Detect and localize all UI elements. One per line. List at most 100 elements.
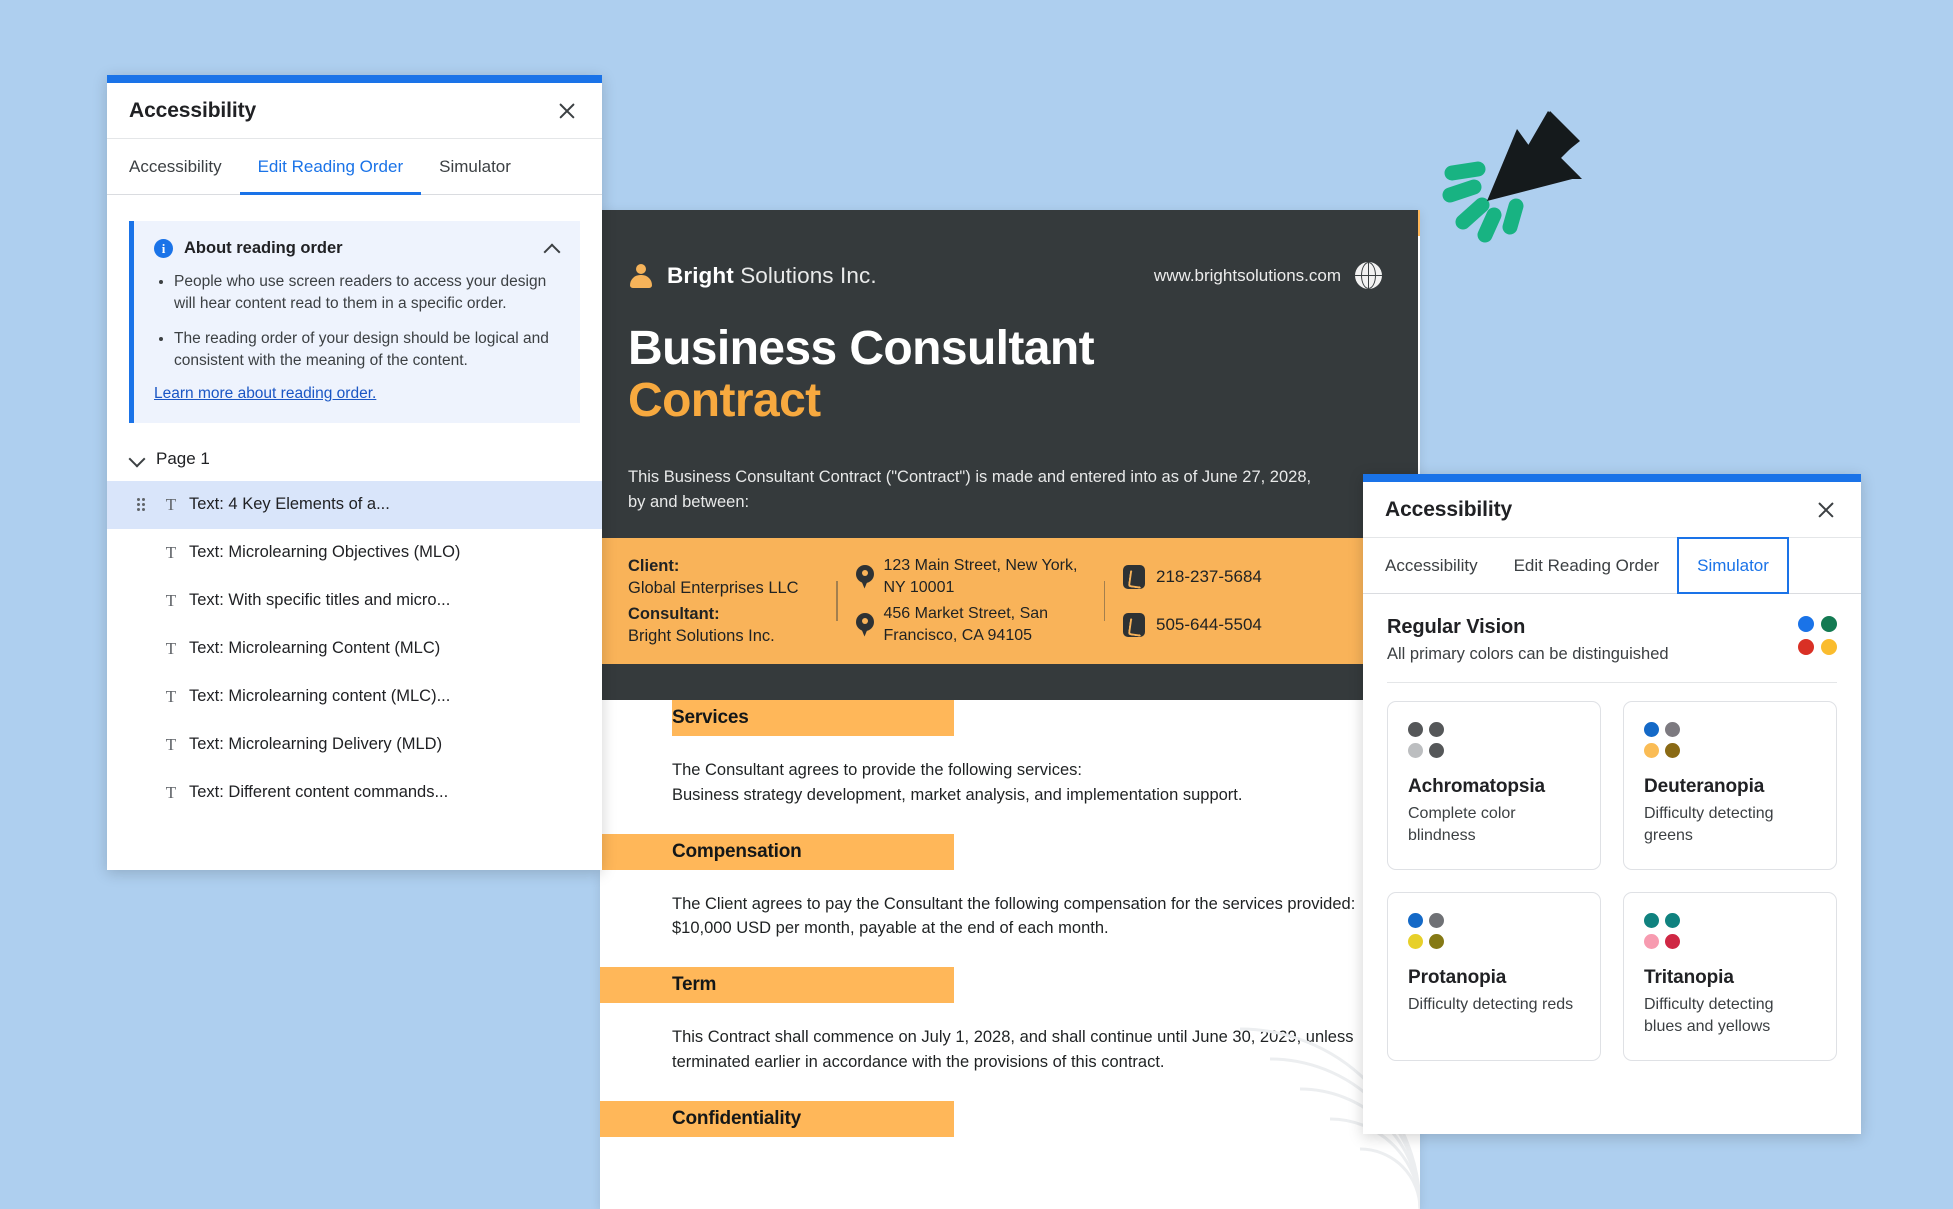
color-swatch — [1644, 722, 1659, 737]
learn-more-link[interactable]: Learn more about reading order. — [154, 385, 560, 403]
mode-name: Protanopia — [1408, 967, 1507, 989]
reading-order-item[interactable]: T Text: 4 Key Elements of a... — [107, 480, 602, 529]
contact-label: Client: — [628, 556, 680, 575]
phone-row: 505-644-5504 — [1123, 601, 1262, 649]
color-swatch — [1429, 913, 1444, 929]
color-swatch — [1665, 934, 1680, 950]
mode-description: Complete color blindness — [1408, 805, 1516, 845]
current-vision-name: Regular Vision — [1387, 616, 1526, 638]
divider — [1387, 682, 1837, 683]
color-swatch — [1798, 639, 1814, 655]
section-heading-bar: Term — [600, 967, 954, 1003]
accessibility-reading-order-panel: Accessibility Accessibility Edit Reading… — [107, 75, 602, 870]
text-layer-icon: T — [165, 590, 177, 610]
reading-order-item-label: Text: Microlearning content (MLC)... — [189, 687, 451, 706]
color-swatch — [1429, 743, 1444, 758]
tab-accessibility[interactable]: Accessibility — [1367, 538, 1496, 593]
drag-handle-icon[interactable] — [129, 498, 153, 512]
mode-name: Tritanopia — [1644, 967, 1734, 989]
contact-phones: 218-237-5684 505-644-5504 — [1123, 553, 1262, 649]
chevron-up-icon[interactable] — [544, 241, 560, 257]
brand-name-rest: Solutions Inc. — [733, 262, 877, 288]
brand-name: Bright Solutions Inc. — [667, 263, 877, 289]
divider — [1103, 581, 1105, 621]
mode-swatches — [1644, 722, 1816, 758]
contact-party: Client: Global Enterprises LLC — [628, 553, 818, 601]
chevron-down-icon[interactable] — [129, 451, 144, 466]
panel-accent-bar — [107, 75, 602, 83]
contact-label: Consultant: — [628, 604, 720, 623]
color-swatch — [1821, 616, 1837, 632]
tab-simulator[interactable]: Simulator — [421, 139, 529, 194]
callout-header: i About reading order — [154, 239, 560, 258]
current-vision-mode: Regular Vision All primary colors can be… — [1363, 594, 1861, 664]
document-title-line2: Contract — [628, 373, 821, 427]
panel-title: Accessibility — [1385, 497, 1513, 521]
document-title-line1: Business Consultant — [628, 322, 1095, 375]
color-swatch — [1429, 722, 1444, 737]
hero-bottom-strip — [600, 664, 1418, 700]
reading-order-item[interactable]: T Text: With specific titles and micro..… — [107, 577, 602, 625]
mode-name: Achromatopsia — [1408, 776, 1546, 797]
close-icon[interactable] — [1813, 497, 1839, 523]
address-text: 123 Main Street, New York, NY 10001 — [883, 557, 1078, 596]
website-row: www.brightsolutions.com — [1154, 262, 1382, 289]
address-text: 456 Market Street, San Francisco, CA 941… — [883, 605, 1049, 644]
color-swatch — [1644, 913, 1659, 929]
mode-description: Difficulty detecting reds — [1408, 996, 1574, 1014]
tab-simulator[interactable]: Simulator — [1677, 537, 1789, 594]
vision-mode-card-protanopia[interactable]: Protanopia Difficulty detecting reds — [1387, 892, 1601, 1062]
contact-value: Bright Solutions Inc. — [628, 627, 775, 645]
document-brand-row: Bright Solutions Inc. www.brightsolution… — [628, 262, 1418, 289]
website-url: www.brightsolutions.com — [1153, 265, 1341, 285]
address-row: 456 Market Street, San Francisco, CA 941… — [855, 601, 1086, 649]
contact-band: Client: Global Enterprises LLC Consultan… — [600, 538, 1418, 664]
color-swatch — [1408, 913, 1423, 929]
callout-bullets: People who use screen readers to access … — [154, 271, 560, 373]
color-swatch — [1665, 722, 1680, 737]
tab-edit-reading-order[interactable]: Edit Reading Order — [1496, 538, 1678, 593]
text-layer-icon: T — [165, 494, 177, 514]
color-swatch — [1644, 743, 1659, 758]
reading-order-item-label: Text: Different content commands... — [189, 783, 449, 802]
reading-order-item[interactable]: T Text: Microlearning content (MLC)... — [107, 673, 602, 721]
phone-row: 218-237-5684 — [1123, 553, 1262, 601]
callout-bullet: The reading order of your design should … — [174, 328, 560, 373]
reading-order-item[interactable]: T Text: Microlearning Content (MLC) — [107, 625, 602, 673]
document-hero: Bright Solutions Inc. www.brightsolution… — [600, 210, 1418, 538]
section-body: The Consultant agrees to provide the fol… — [672, 761, 1243, 804]
section-heading-bar: Services — [672, 700, 954, 736]
close-icon[interactable] — [554, 98, 580, 124]
reading-order-list: T Text: 4 Key Elements of a... T Text: M… — [107, 480, 602, 817]
brand: Bright Solutions Inc. — [628, 263, 877, 289]
reading-order-item-label: Text: Microlearning Content (MLC) — [189, 639, 441, 658]
contact-party: Consultant: Bright Solutions Inc. — [628, 601, 818, 649]
page-group-label: Page 1 — [156, 448, 210, 468]
current-vision-text: Regular Vision All primary colors can be… — [1387, 616, 1669, 664]
color-swatch — [1429, 934, 1444, 950]
color-swatch — [1821, 639, 1837, 655]
divider — [836, 581, 838, 621]
page-group-header[interactable]: Page 1 — [107, 449, 602, 469]
tab-edit-reading-order[interactable]: Edit Reading Order — [239, 139, 422, 195]
color-swatch — [1408, 743, 1423, 758]
reading-order-item[interactable]: T Text: Different content commands... — [107, 769, 602, 817]
vision-mode-card-achromatopsia[interactable]: Achromatopsia Complete color blindness — [1387, 701, 1601, 871]
document-body: Services The Consultant agrees to provid… — [600, 700, 1418, 1137]
reading-order-item[interactable]: T Text: Microlearning Delivery (MLD) — [107, 721, 602, 769]
color-swatch — [1644, 934, 1659, 950]
color-swatch — [1665, 743, 1680, 758]
section-heading: Services — [672, 707, 749, 728]
panel-accent-bar — [1363, 474, 1861, 482]
reading-order-item-label: Text: Microlearning Objectives (MLO) — [189, 543, 461, 562]
vision-mode-card-tritanopia[interactable]: Tritanopia Difficulty detecting blues an… — [1623, 892, 1837, 1062]
text-layer-icon: T — [165, 686, 177, 706]
color-swatch — [1665, 913, 1680, 929]
phone-text: 218-237-5684 — [1156, 567, 1262, 586]
panel-tabs: Accessibility Edit Reading Order Simulat… — [107, 139, 602, 195]
vision-mode-card-deuteranopia[interactable]: Deuteranopia Difficulty detecting greens — [1623, 701, 1837, 871]
text-layer-icon: T — [165, 542, 177, 562]
tab-accessibility[interactable]: Accessibility — [111, 139, 240, 194]
mode-description: Difficulty detecting blues and yellows — [1644, 996, 1774, 1036]
reading-order-item[interactable]: T Text: Microlearning Objectives (MLO) — [107, 529, 602, 577]
